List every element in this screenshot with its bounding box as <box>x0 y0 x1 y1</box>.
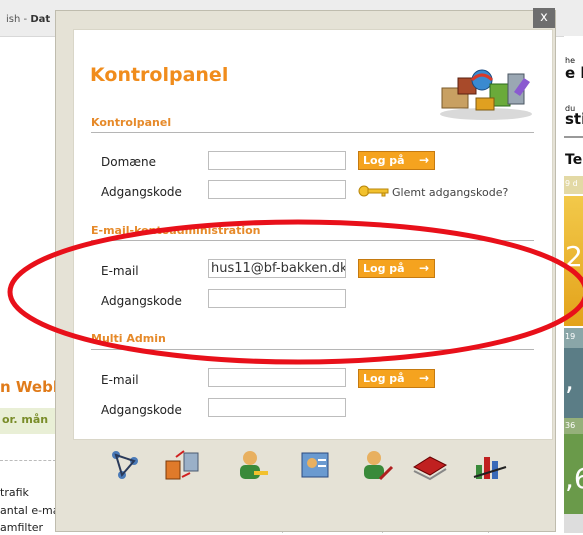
dialog-title: Kontrolpanel <box>90 64 229 86</box>
section-divider <box>91 132 534 133</box>
user-card-icon[interactable] <box>298 447 334 483</box>
multi-password-label: Adgangskode <box>101 403 182 417</box>
server-transfer-icon[interactable] <box>164 447 200 483</box>
key-icon <box>358 185 389 197</box>
multi-admin-login-button[interactable]: Log på → <box>358 369 435 388</box>
background-row-label: amfilter <box>0 521 44 534</box>
chart-icon[interactable] <box>472 447 508 483</box>
domain-input[interactable] <box>208 151 346 170</box>
forgot-password-link[interactable]: Glemt adgangskode? <box>392 186 508 199</box>
section-heading-multi-admin: Multi Admin <box>91 332 166 345</box>
background-band: or. mån <box>0 408 56 434</box>
kontrolpanel-password-label: Adgangskode <box>101 185 182 199</box>
background-section-title: n Webl <box>0 378 58 396</box>
section-divider <box>91 240 534 241</box>
section-heading-kontrolpanel: Kontrolpanel <box>91 116 172 129</box>
multi-email-input[interactable] <box>208 368 346 387</box>
background-row-label: trafik <box>0 486 29 499</box>
background-breadcrumb: ish - Dat <box>6 14 51 25</box>
tools-clipart-icon <box>440 69 532 120</box>
domain-label: Domæne <box>101 155 157 169</box>
email-admin-password-label: Adgangskode <box>101 294 182 308</box>
section-heading-email-admin: E-mail-kontoadministration <box>91 224 261 237</box>
background-divider <box>0 460 56 461</box>
multi-email-label: E-mail <box>101 373 139 387</box>
kontrolpanel-login-button[interactable]: Log på → <box>358 151 435 170</box>
email-label: E-mail <box>101 264 139 278</box>
network-icon[interactable] <box>108 447 144 483</box>
user-key-icon[interactable] <box>234 447 270 483</box>
book-icon[interactable] <box>412 447 448 483</box>
background-right-column: he e l du sti Te 9 d 2 19 , 36 ,6 <box>564 36 583 533</box>
email-input[interactable] <box>208 259 346 278</box>
kontrolpanel-password-input[interactable] <box>208 180 346 199</box>
email-admin-password-input[interactable] <box>208 289 346 308</box>
section-divider <box>91 349 534 350</box>
multi-password-input[interactable] <box>208 398 346 417</box>
user-edit-icon[interactable] <box>358 447 394 483</box>
close-button[interactable]: x <box>533 8 555 28</box>
email-admin-login-button[interactable]: Log på → <box>358 259 435 278</box>
